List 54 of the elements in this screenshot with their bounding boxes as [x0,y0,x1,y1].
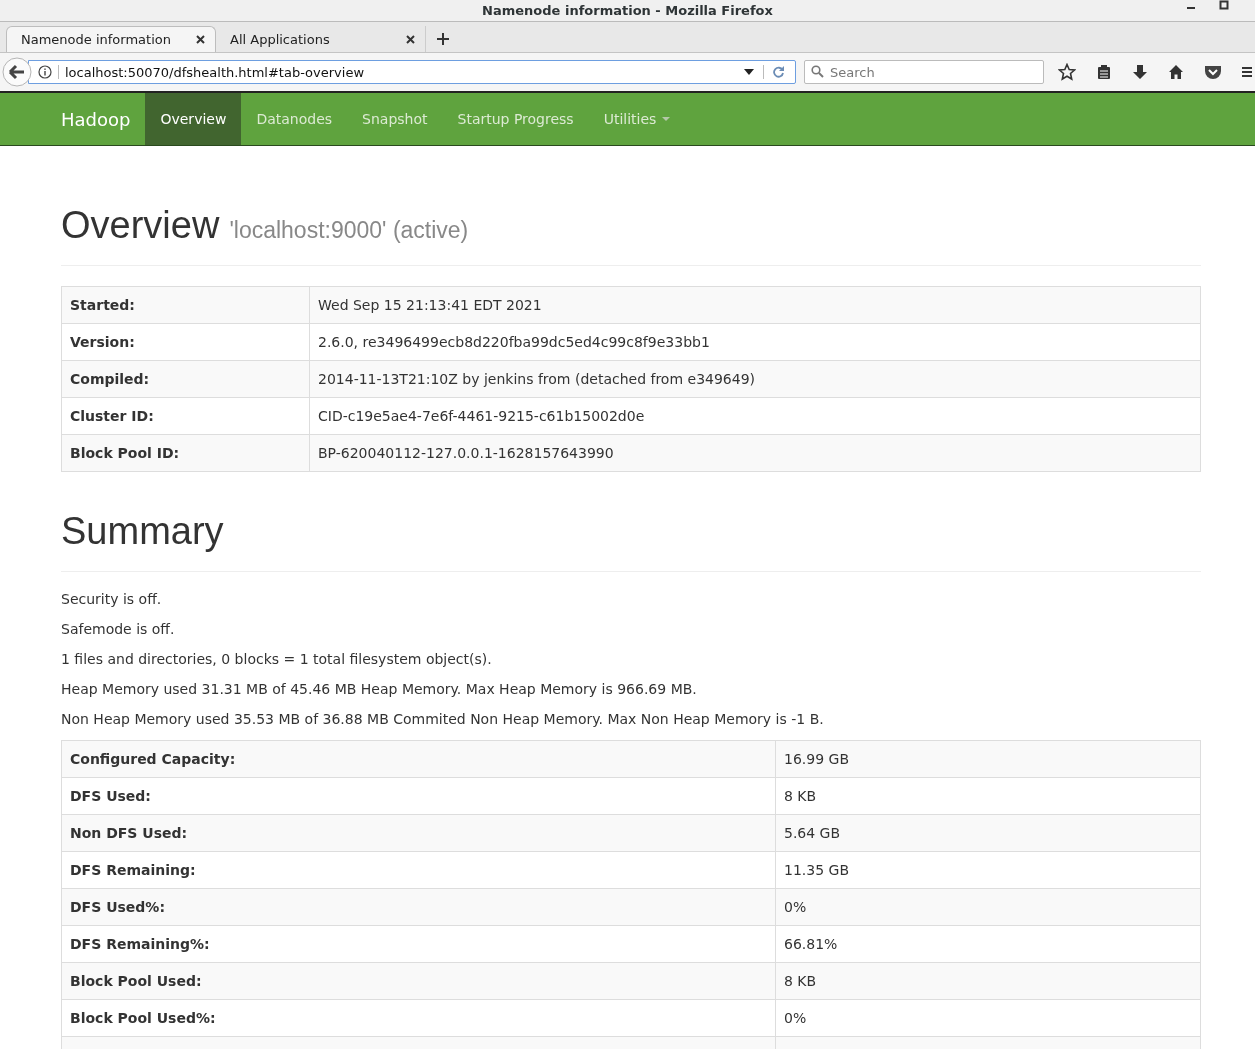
download-icon[interactable] [1132,64,1148,80]
dropdown-icon[interactable] [744,69,754,75]
back-icon[interactable] [2,57,32,87]
nav-tab[interactable]: Utilities [588,93,686,145]
summary-text: Heap Memory used 31.31 MB of 45.46 MB Heap Memory. Max Heap Memory is 966.69 MB. [61,680,698,698]
summary-text: Non Heap Memory used 35.53 MB of 36.88 MB Commited Non Heap Memory. Max Non Heap Memory is -1 B. [61,710,825,728]
summary-text: Safemode is off. [61,620,176,638]
clipboard-icon[interactable] [1096,64,1112,80]
table-cell-text: BP-620040112-127.0.0.1-1628157643990 [317,444,615,463]
table-cell-text: Wed Sep 15 21:13:41 EDT 2021 [317,296,543,315]
info-icon [38,65,52,79]
reload-icon[interactable] [772,65,785,78]
nav-tab[interactable]: Datanodes [241,93,348,145]
nav-tab[interactable]: Overview [145,93,242,145]
browser-tab[interactable]: Namenode information [6,26,216,52]
pocket-icon[interactable] [1204,64,1222,80]
table-cell: Non DFS Used: [62,815,776,851]
menu-icon[interactable] [1242,65,1252,79]
table-cell-text: 2.6.0, re3496499ecb8d220fba99dc5ed4c99c8f9e33bb1 [317,333,711,352]
close-icon[interactable] [406,34,415,44]
table-cell-text: 0% [783,898,808,917]
nav-tab[interactable]: Startup Progress [442,93,589,145]
page-heading: Overview [61,204,220,247]
browser-tab[interactable]: All Applications [216,26,426,52]
table-cell-text: 8 KB [783,972,818,991]
table-cell-text: 11.35 GB [783,861,850,880]
address-field[interactable]: localhost:50070/dfshealth.html#tab-overview [28,60,796,84]
close-icon[interactable] [196,35,205,44]
table-cell: Configured Capacity: [62,741,776,777]
table-cell-text: 0% [783,1009,808,1028]
table-cell-text: 16.99 GB [783,750,850,769]
maximize-icon[interactable] [1219,0,1229,10]
star-icon[interactable] [1058,63,1076,81]
table-cell: Compiled: [62,361,310,397]
table-cell-text: 66.81% [783,935,839,954]
table-cell: DFS Used%: [62,889,776,925]
section-heading: Summary [61,510,224,553]
heading-subtitle: 'localhost:9000' (active) [229,217,469,244]
search-icon [811,65,824,78]
search-field[interactable]: Search [804,60,1044,84]
summary-text: 1 files and directories, 0 blocks = 1 total filesystem object(s). [61,650,493,668]
window-title: Namenode information - Mozilla Firefox [482,3,773,18]
nav-tab[interactable]: Snapshot [347,93,443,145]
new-tab-icon[interactable] [436,32,450,46]
table-cell-text: 8 KB [783,787,818,806]
summary-text: Security is off. [61,590,163,608]
table-cell-text: 5.64 GB [783,824,842,843]
table-cell-text: CID-c19e5ae4-7e6f-4461-9215-c61b15002d0e [317,407,646,426]
table-cell-text: 2014-11-13T21:10Z by jenkins from (detached from e349649) [317,370,757,389]
home-icon[interactable] [1168,64,1184,80]
table-cell: Block Pool Used: [62,963,776,999]
brand-link[interactable]: Hadoop [46,93,146,145]
table-cell: Block Pool ID: [62,435,310,471]
table-cell: Started: [62,287,310,323]
